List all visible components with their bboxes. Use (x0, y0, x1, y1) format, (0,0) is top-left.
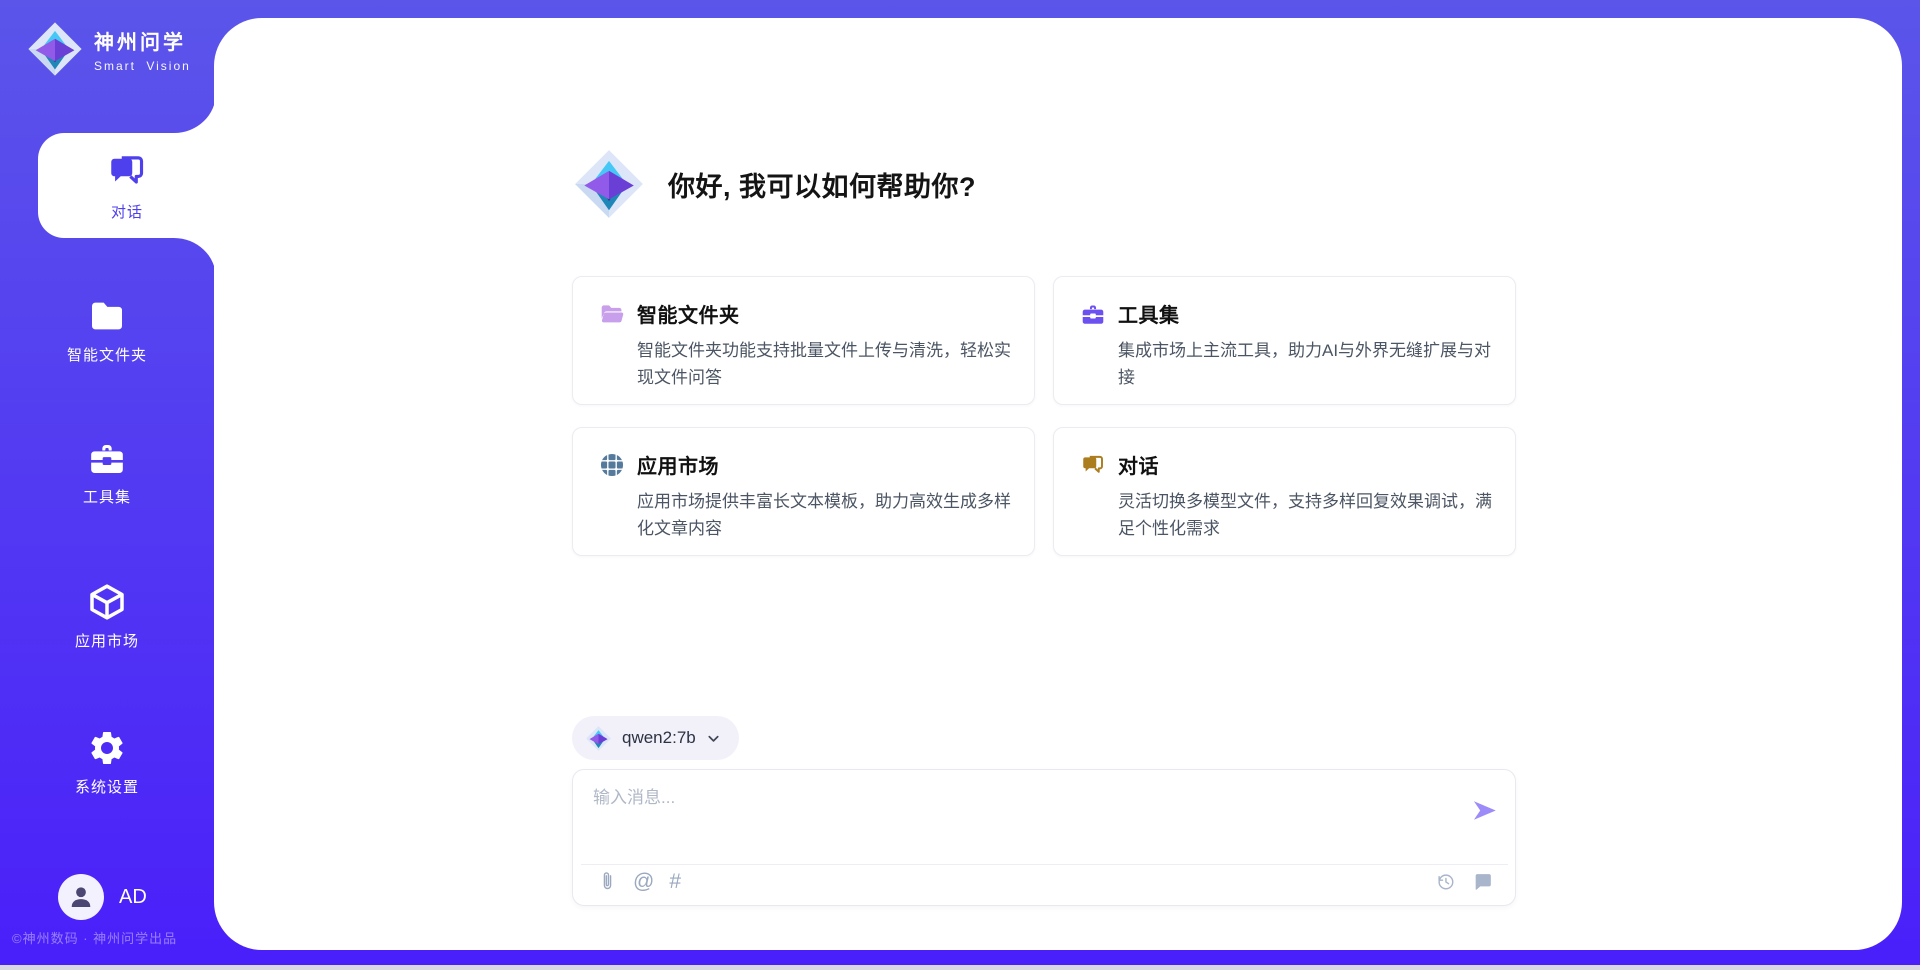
history-icon (1435, 871, 1456, 892)
card-title: 对话 (1118, 450, 1159, 479)
gear-icon (87, 728, 127, 768)
send-icon (1471, 797, 1498, 824)
briefcase-icon (1080, 301, 1106, 327)
card-app-market[interactable]: 应用市场 应用市场提供丰富长文本模板，助力高效生成多样化文章内容 (572, 427, 1035, 556)
sidebar-item-toolbox[interactable]: 工具集 (0, 438, 214, 507)
main-content-panel: 你好, 我可以如何帮助你? 智能文件夹 智能文件夹功能支持批量文件上传与清洗，轻… (214, 18, 1902, 950)
greeting-block: 你好, 我可以如何帮助你? (572, 147, 976, 221)
paperclip-icon (597, 871, 618, 892)
card-description: 集成市场上主流工具，助力AI与外界无缝扩展与对接 (1080, 337, 1495, 391)
card-description: 智能文件夹功能支持批量文件上传与清洗，轻松实现文件问答 (599, 337, 1014, 391)
folder-open-icon (599, 301, 625, 327)
composer-tools-left: @ # (597, 871, 681, 892)
card-title: 工具集 (1118, 299, 1180, 328)
sidebar-item-chat[interactable]: 对话 (38, 133, 216, 238)
sidebar-item-label: 智能文件夹 (67, 344, 147, 365)
card-title: 智能文件夹 (637, 299, 740, 328)
active-tab-fillet-bottom (174, 238, 216, 278)
message-composer: @ # (572, 769, 1516, 906)
copyright-footer: ©神州数码 · 神州问学出品 (12, 928, 177, 947)
user-account[interactable]: AD (58, 874, 147, 920)
diamond-logo-icon (572, 147, 646, 221)
composer-tools-right (1435, 871, 1493, 892)
person-icon (66, 882, 96, 912)
message-input[interactable] (593, 783, 1443, 845)
sidebar-item-app-market[interactable]: 应用市场 (0, 582, 214, 651)
card-description: 应用市场提供丰富长文本模板，助力高效生成多样化文章内容 (599, 488, 1014, 542)
topic-button[interactable]: # (669, 871, 681, 892)
avatar (58, 874, 104, 920)
toolbox-icon (87, 438, 127, 478)
diamond-logo-icon (585, 725, 612, 752)
greeting-text: 你好, 我可以如何帮助你? (668, 165, 976, 204)
card-description: 灵活切换多模型文件，支持多样回复效果调试，满足个性化需求 (1080, 488, 1495, 542)
scrollbar-track[interactable] (0, 965, 1920, 970)
topic-icon: # (669, 871, 681, 892)
card-title: 应用市场 (637, 450, 719, 479)
diamond-logo-icon (26, 20, 84, 78)
chat-icon (1080, 452, 1106, 478)
chevron-down-icon (706, 731, 721, 746)
cube-icon (87, 582, 127, 622)
sidebar-item-label: 对话 (111, 201, 143, 222)
mention-icon: @ (633, 871, 654, 892)
chat-icon (106, 150, 148, 192)
send-button[interactable] (1471, 797, 1498, 824)
folder-icon (87, 296, 127, 336)
brand-name-en: Smart Vision (94, 59, 191, 73)
message-square-icon (1472, 871, 1493, 892)
app-market-icon (599, 452, 625, 478)
card-smart-folder[interactable]: 智能文件夹 智能文件夹功能支持批量文件上传与清洗，轻松实现文件问答 (572, 276, 1035, 405)
active-tab-fillet-top (174, 93, 216, 133)
sidebar: 神州问学 Smart Vision 对话 智能文件夹 工具集 应用 (0, 0, 214, 970)
card-chat[interactable]: 对话 灵活切换多模型文件，支持多样回复效果调试，满足个性化需求 (1053, 427, 1516, 556)
attach-button[interactable] (597, 871, 618, 892)
mention-button[interactable]: @ (633, 871, 654, 892)
model-name: qwen2:7b (622, 728, 696, 748)
brand-logo[interactable]: 神州问学 Smart Vision (26, 20, 191, 78)
brand-name-zh: 神州问学 (94, 26, 191, 55)
sidebar-item-settings[interactable]: 系统设置 (0, 728, 214, 797)
history-button[interactable] (1435, 871, 1456, 892)
sidebar-item-label: 应用市场 (75, 630, 139, 651)
user-initials: AD (119, 886, 147, 909)
card-toolbox[interactable]: 工具集 集成市场上主流工具，助力AI与外界无缝扩展与对接 (1053, 276, 1516, 405)
sidebar-item-label: 工具集 (83, 486, 131, 507)
feedback-button[interactable] (1472, 871, 1493, 892)
sidebar-item-label: 系统设置 (75, 776, 139, 797)
sidebar-item-smart-folder[interactable]: 智能文件夹 (0, 296, 214, 365)
composer-divider (581, 864, 1508, 865)
feature-cards: 智能文件夹 智能文件夹功能支持批量文件上传与清洗，轻松实现文件问答 工具集 集成… (572, 276, 1516, 556)
model-selector[interactable]: qwen2:7b (572, 716, 739, 760)
